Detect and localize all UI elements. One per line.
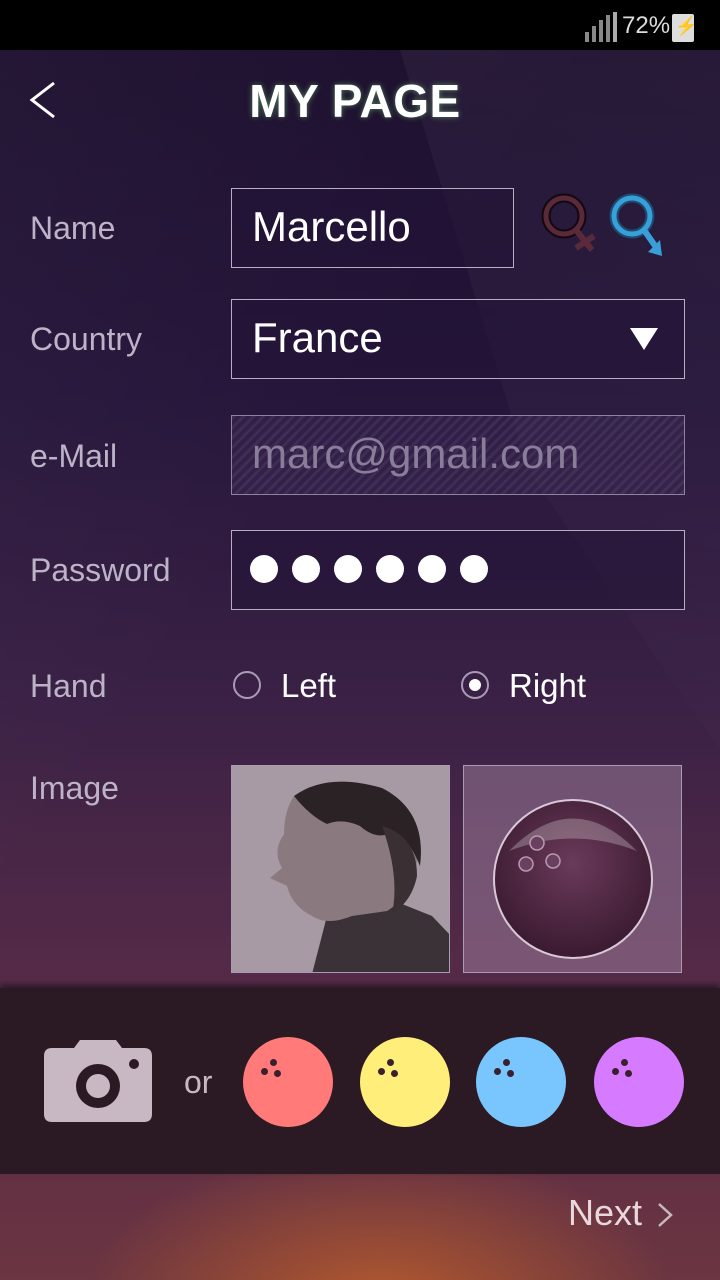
- password-field[interactable]: [231, 530, 685, 610]
- red-ball-option[interactable]: [243, 1037, 333, 1127]
- name-label: Name: [30, 210, 116, 246]
- dropdown-arrow-icon: [630, 328, 658, 350]
- battery-percent: 72%: [622, 12, 671, 39]
- country-label: Country: [30, 321, 143, 357]
- country-value: France: [252, 314, 383, 361]
- name-value: Marcello: [252, 203, 411, 250]
- hand-left-label[interactable]: Left: [281, 667, 336, 705]
- bowling-ball-icon: [493, 799, 653, 959]
- male-icon[interactable]: [604, 192, 668, 264]
- password-dots: [250, 555, 502, 588]
- hand-left-radio[interactable]: [233, 671, 261, 699]
- country-dropdown[interactable]: France: [231, 299, 685, 379]
- blue-ball-option[interactable]: [476, 1037, 566, 1127]
- image-label: Image: [30, 770, 119, 806]
- name-field[interactable]: Marcello: [231, 188, 514, 268]
- password-label: Password: [30, 552, 171, 588]
- status-bar: 72%: [0, 0, 720, 50]
- email-placeholder: marc@gmail.com: [252, 430, 580, 477]
- ball-avatar-option[interactable]: [463, 765, 682, 973]
- email-field[interactable]: marc@gmail.com: [231, 415, 685, 495]
- hand-label: Hand: [30, 668, 107, 704]
- hand-right-radio[interactable]: [461, 671, 489, 699]
- purple-ball-option[interactable]: [594, 1037, 684, 1127]
- page-title: MY PAGE: [249, 75, 461, 127]
- battery-icon: [672, 14, 697, 42]
- yellow-ball-option[interactable]: [360, 1037, 450, 1127]
- hand-right-label[interactable]: Right: [509, 667, 586, 705]
- signal-icon: [585, 12, 617, 42]
- female-icon[interactable]: [536, 192, 600, 264]
- chevron-right-icon[interactable]: [654, 1200, 676, 1230]
- portrait-image: [232, 766, 449, 972]
- email-label: e-Mail: [30, 438, 118, 474]
- profile-photo[interactable]: [231, 765, 450, 973]
- next-button[interactable]: Next: [568, 1192, 642, 1234]
- camera-icon[interactable]: [44, 1040, 152, 1122]
- or-label: or: [184, 1064, 213, 1100]
